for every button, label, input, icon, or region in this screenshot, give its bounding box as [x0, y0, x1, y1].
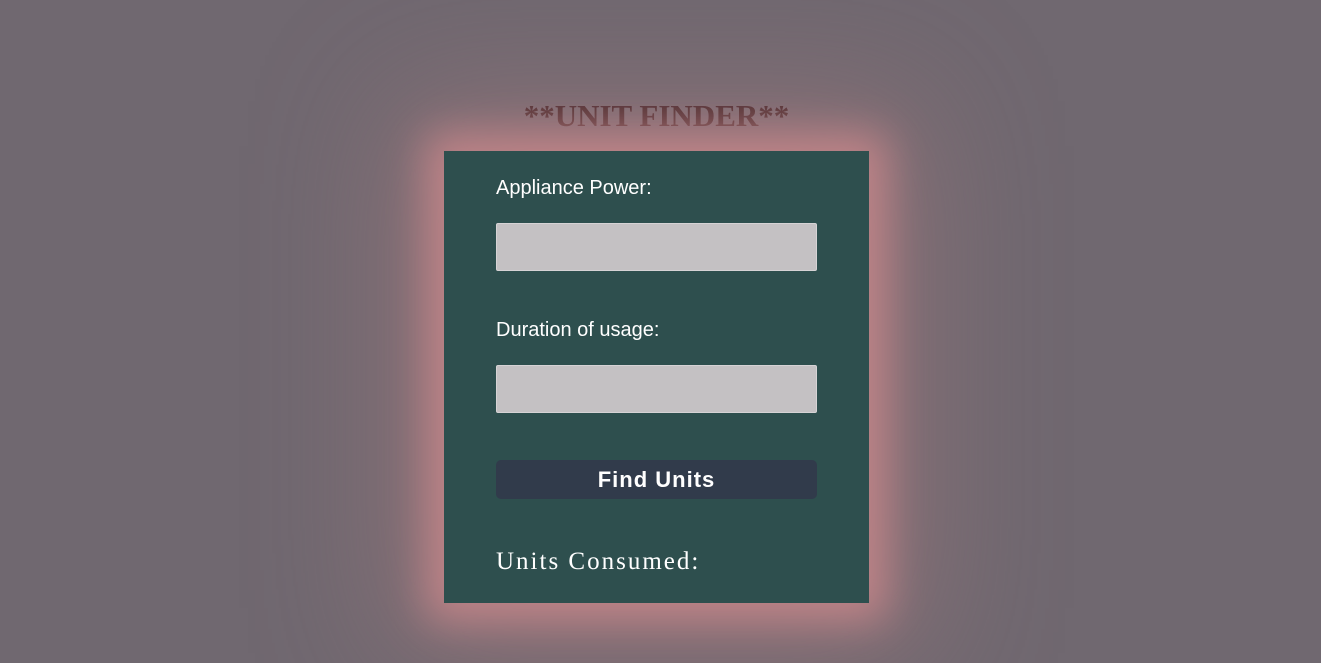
duration-input[interactable]	[496, 365, 817, 413]
appliance-power-label: Appliance Power:	[496, 177, 652, 199]
find-units-button[interactable]: Find Units	[496, 460, 817, 499]
unit-finder-card: Appliance Power: Duration of usage: Find…	[444, 151, 869, 603]
page-title: **UNIT FINDER**	[523, 98, 790, 133]
appliance-power-input[interactable]	[496, 223, 817, 271]
duration-label: Duration of usage:	[496, 319, 660, 341]
units-consumed-result: Units Consumed:	[496, 548, 701, 575]
